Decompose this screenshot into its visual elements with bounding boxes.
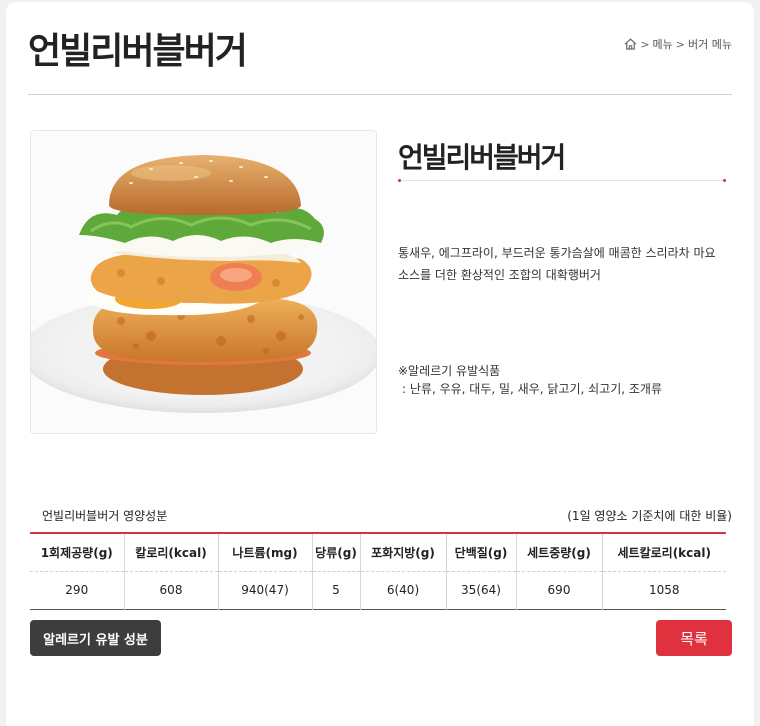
breadcrumb-menu-link[interactable]: 메뉴 — [653, 36, 673, 52]
content-card: 언빌리버블버거 > 메뉴 > 버거 메뉴 언빌리버블버거 통새우, 에그프라이,… — [6, 2, 754, 726]
allergy-list: : 난류, 우유, 대두, 밀, 새우, 닭고기, 쇠고기, 조개류 — [402, 382, 662, 396]
column-header: 1회제공량(g) — [30, 533, 124, 572]
product-image — [30, 130, 377, 434]
page-title: 언빌리버블버거 — [28, 31, 248, 72]
list-button[interactable]: 목록 — [656, 620, 732, 656]
table-cell: 1058 — [601, 571, 726, 609]
table-cell: 940(47) — [217, 571, 312, 609]
column-header: 세트중량(g) — [515, 533, 602, 572]
home-icon[interactable] — [624, 38, 637, 50]
table-cell: 6(40) — [359, 571, 446, 609]
column-header: 칼로리(kcal) — [123, 533, 218, 572]
table-cell: 690 — [515, 571, 602, 609]
title-divider — [28, 94, 732, 95]
product-description: 통새우, 에그프라이, 부드러운 통가슴살에 매콤한 스리라차 마요 소스를 더… — [398, 246, 716, 282]
column-header: 단백질(g) — [445, 533, 516, 572]
table-cell: 608 — [123, 571, 218, 609]
allergy-title: ※알레르기 유발식품 — [398, 364, 501, 378]
breadcrumb: > 메뉴 > 버거 메뉴 — [624, 36, 732, 52]
breadcrumb-current[interactable]: 버거 메뉴 — [688, 36, 732, 52]
column-header: 포화지방(g) — [359, 533, 446, 572]
product-name-divider — [398, 179, 726, 182]
breadcrumb-separator: > — [675, 37, 686, 51]
table-cell: 5 — [311, 571, 360, 609]
column-header: 세트칼로리(kcal) — [601, 533, 726, 572]
nutrition-note: (1일 영양소 기준치에 대한 비율) — [567, 509, 732, 523]
column-header: 나트륨(mg) — [217, 533, 312, 572]
nutrition-header-row: 1회제공량(g) 칼로리(kcal) 나트륨(mg) 당류(g) 포화지방(g)… — [30, 533, 726, 572]
table-row: 290 608 940(47) 5 6(40) 35(64) 690 1058 — [30, 571, 726, 609]
nutrition-table: 1회제공량(g) 칼로리(kcal) 나트륨(mg) 당류(g) 포화지방(g)… — [30, 532, 726, 610]
table-cell: 35(64) — [445, 571, 516, 609]
breadcrumb-separator: > — [640, 37, 650, 51]
product-name: 언빌리버블버거 — [398, 141, 566, 174]
column-header: 당류(g) — [311, 533, 360, 572]
allergy-info-button[interactable]: 알레르기 유발 성분 — [30, 620, 161, 656]
table-cell: 290 — [65, 583, 89, 597]
nutrition-title: 언빌리버블버거 영양성분 — [42, 509, 168, 523]
